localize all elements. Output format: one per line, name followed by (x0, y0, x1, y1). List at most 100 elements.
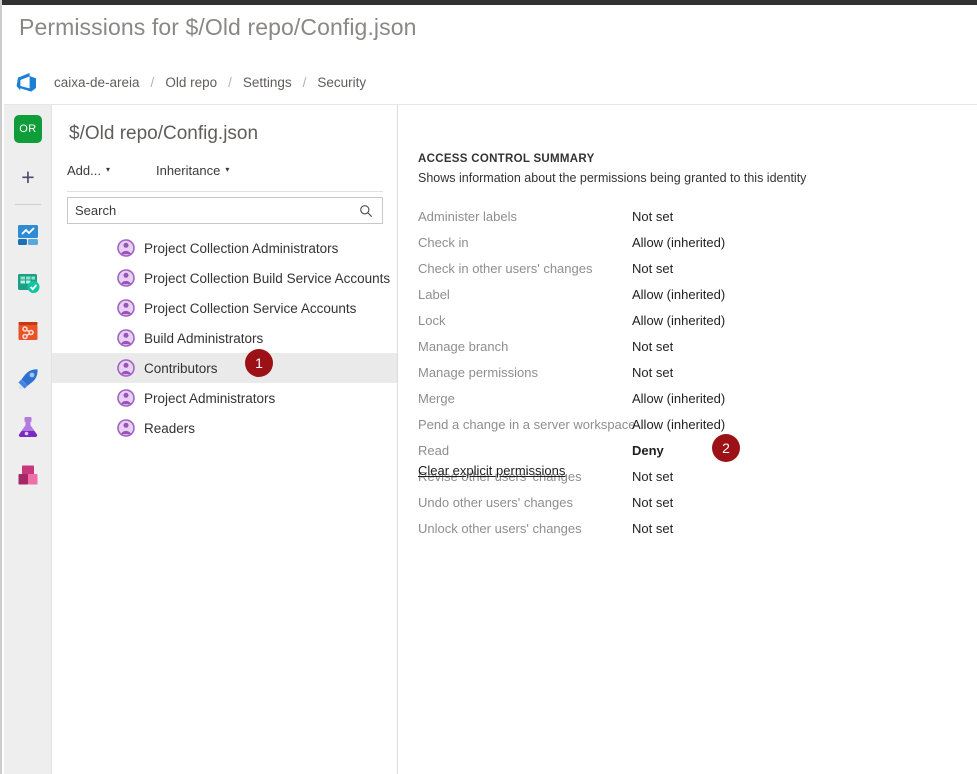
permission-value: Allow (inherited) (632, 286, 726, 302)
user-group-icon (117, 299, 135, 317)
permission-name: Check in other users' changes (418, 260, 593, 276)
new-item-button[interactable]: + (4, 153, 52, 201)
permission-row-pend-a-change-in-a-server-workspace: Pend a change in a server workspace Allo… (399, 411, 977, 437)
identity-label: Project Collection Build Service Account… (144, 270, 391, 286)
breadcrumb-separator: / (150, 74, 155, 90)
permission-row-read: Read Deny (399, 437, 977, 463)
chevron-down-icon: ▾ (225, 165, 230, 174)
identity-row-build-administrators[interactable]: Build Administrators (52, 323, 397, 353)
breadcrumb-item-organization[interactable]: caixa-de-areia (54, 75, 140, 90)
chevron-down-icon: ▾ (105, 165, 110, 174)
access-control-summary-panel: ACCESS CONTROL SUMMARY Shows information… (399, 105, 977, 774)
permission-name: Pend a change in a server workspace (418, 416, 636, 432)
identity-label: Project Administrators (144, 390, 276, 406)
rail-item-repos[interactable] (4, 307, 52, 355)
rail-item-test-plans[interactable] (4, 403, 52, 451)
app-window: Permissions for $/Old repo/Config.json c… (0, 0, 977, 774)
top-chrome-strip (2, 0, 977, 5)
repos-icon (18, 322, 38, 340)
permission-name: Read (418, 442, 450, 458)
permission-value: Not set (632, 520, 674, 536)
identity-label: Readers (144, 420, 196, 436)
read-permission-value: Deny (632, 442, 664, 458)
permission-name: Label (418, 286, 450, 302)
breadcrumb-item-security[interactable]: Security (317, 75, 366, 90)
permission-row-manage-permissions: Manage permissions Not set (399, 359, 977, 385)
permission-name: Lock (418, 312, 446, 328)
test-plans-flask-icon (18, 417, 38, 437)
permission-row-administer-labels: Administer labels Not set (399, 203, 977, 229)
search-input[interactable] (68, 198, 356, 223)
rail-item-overview[interactable] (4, 211, 52, 259)
rail-item-boards[interactable] (4, 259, 52, 307)
rail-item-artifacts[interactable] (4, 451, 52, 499)
breadcrumb-separator: / (302, 74, 307, 90)
identity-list-panel: $/Old repo/Config.json Add... ▾ Inherita… (52, 105, 398, 774)
permission-value: Allow (inherited) (632, 312, 726, 328)
permission-row-label: Label Allow (inherited) (399, 281, 977, 307)
permission-list: Administer labels Not set Check in Allow… (399, 203, 977, 541)
plus-icon: + (21, 163, 35, 190)
user-group-icon (117, 269, 135, 287)
inheritance-label: Inheritance (155, 163, 221, 178)
user-group-icon (117, 389, 135, 407)
permission-value: Not set (632, 468, 674, 484)
callout-badge-1: 1 (245, 349, 273, 377)
user-group-icon (117, 359, 135, 377)
identity-row-project-collection-administrators[interactable]: Project Collection Administrators (52, 233, 397, 263)
identity-toolbar: Add... ▾ Inheritance ▾ (67, 163, 383, 192)
permission-value: Allow (inherited) (632, 234, 726, 250)
contributors-identity-row[interactable]: Contributors (52, 353, 397, 383)
permission-row-undo-other-users-changes: Undo other users' changes Not set (399, 489, 977, 515)
search-icon[interactable] (356, 204, 376, 218)
add-identity-label: Add... (67, 163, 101, 178)
user-avatar[interactable]: OR (4, 105, 52, 153)
inheritance-button[interactable]: Inheritance ▾ (156, 163, 229, 178)
left-icon-rail: OR + (4, 105, 52, 774)
permission-value: Allow (inherited) (632, 390, 726, 406)
identity-row-readers[interactable]: Readers (52, 413, 397, 443)
breadcrumb-item-settings[interactable]: Settings (243, 75, 292, 90)
permission-name: Manage branch (418, 338, 509, 354)
identity-label: Contributors (144, 360, 218, 376)
rail-item-pipelines[interactable] (4, 355, 52, 403)
identity-row-project-administrators[interactable]: Project Administrators (52, 383, 397, 413)
user-group-icon (117, 239, 135, 257)
page-title: Permissions for $/Old repo/Config.json (19, 14, 417, 40)
identity-list: Project Collection Administrators Projec… (52, 233, 397, 443)
permission-value: Not set (632, 338, 674, 354)
permission-row-unlock-other-users-changes: Unlock other users' changes Not set (399, 515, 977, 541)
identity-row-project-collection-service-accounts[interactable]: Project Collection Service Accounts (52, 293, 397, 323)
permission-row-check-in-other-users-changes: Check in other users' changes Not set (399, 255, 977, 281)
permission-value: Not set (632, 364, 674, 380)
summary-subheading: Shows information about the permissions … (418, 171, 807, 185)
identity-label: Build Administrators (144, 330, 264, 346)
breadcrumb-separator: / (228, 74, 232, 90)
clear-explicit-permissions-link[interactable]: Clear explicit permissions (418, 463, 565, 478)
permission-value: Not set (632, 260, 674, 276)
permission-name: Manage permissions (418, 364, 538, 380)
permission-value: Allow (inherited) (632, 416, 726, 432)
add-identity-button[interactable]: Add... ▾ (67, 163, 110, 178)
permission-row-merge: Merge Allow (inherited) (399, 385, 977, 411)
identity-label: Project Collection Administrators (144, 240, 339, 256)
artifacts-boxes-icon (18, 465, 38, 485)
user-group-icon (117, 329, 135, 347)
permission-name: Unlock other users' changes (418, 520, 582, 536)
breadcrumb-item-project[interactable]: Old repo (165, 75, 217, 90)
user-avatar-icon: OR (14, 115, 42, 143)
user-group-icon (117, 419, 135, 437)
permission-row-check-in: Check in Allow (inherited) (399, 229, 977, 255)
pipelines-rocket-icon (18, 369, 38, 389)
identity-label: Project Collection Service Accounts (144, 300, 357, 316)
rail-divider (14, 204, 41, 205)
permission-value: Not set (632, 494, 674, 510)
boards-icon (18, 274, 40, 293)
search-box[interactable] (67, 197, 383, 224)
callout-badge-2: 2 (712, 434, 740, 462)
breadcrumb: caixa-de-areia / Old repo / Settings / S… (4, 60, 977, 105)
identity-row-project-collection-build-service-accounts[interactable]: Project Collection Build Service Account… (52, 263, 397, 293)
permission-row-lock: Lock Allow (inherited) (399, 307, 977, 333)
azure-devops-logo-icon (16, 73, 36, 92)
resource-title: $/Old repo/Config.json (69, 123, 259, 144)
